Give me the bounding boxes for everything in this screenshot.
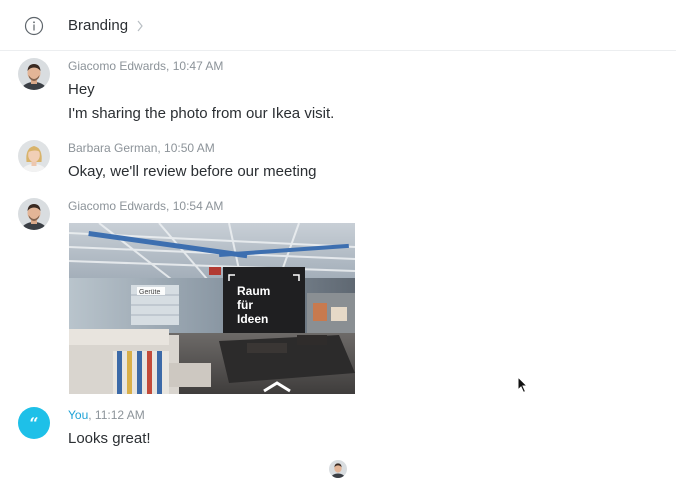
quote-icon: “ [29,414,39,433]
store-sign-text: Gerüte [139,289,161,296]
author-name[interactable]: Giacomo Edwards [68,59,166,73]
read-receipt-avatar [329,460,347,478]
shared-photo[interactable]: Gerüte Raum für Ideen [69,223,355,394]
message-meta: Giacomo Edwards, 10:54 AM [68,199,224,213]
author-name[interactable]: You [68,408,88,422]
chevron-right-icon [137,20,143,32]
message-meta: Giacomo Edwards, 10:47 AM [68,59,224,73]
mouse-cursor-icon [517,376,529,394]
breadcrumb-branding[interactable]: Branding [68,16,128,36]
message-text: I'm sharing the photo from our Ikea visi… [68,105,335,122]
avatar-barbara-german[interactable] [18,140,50,172]
message-text: Looks great! [68,430,151,447]
avatar-giacomo-edwards[interactable] [18,198,50,230]
message-time: 10:47 AM [172,59,224,73]
message-meta: Barbara German, 10:50 AM [68,141,215,155]
sign-line: für [237,298,253,312]
avatar-you[interactable]: “ [18,407,50,439]
author-name[interactable]: Barbara German [68,141,157,155]
message-time: 10:54 AM [172,199,224,213]
sign-line: Raum [237,284,270,298]
message-meta: You, 11:12 AM [68,408,145,422]
message-text: Hey [68,81,95,98]
info-circle-icon[interactable] [24,16,44,36]
message-time: 10:50 AM [164,141,215,155]
author-name[interactable]: Giacomo Edwards [68,199,166,213]
message-text: Okay, we'll review before our meeting [68,163,317,180]
conversation-header: Branding [0,0,676,51]
message-time: 11:12 AM [94,408,145,422]
sign-line: Ideen [237,312,268,326]
avatar-giacomo-edwards[interactable] [18,58,50,90]
